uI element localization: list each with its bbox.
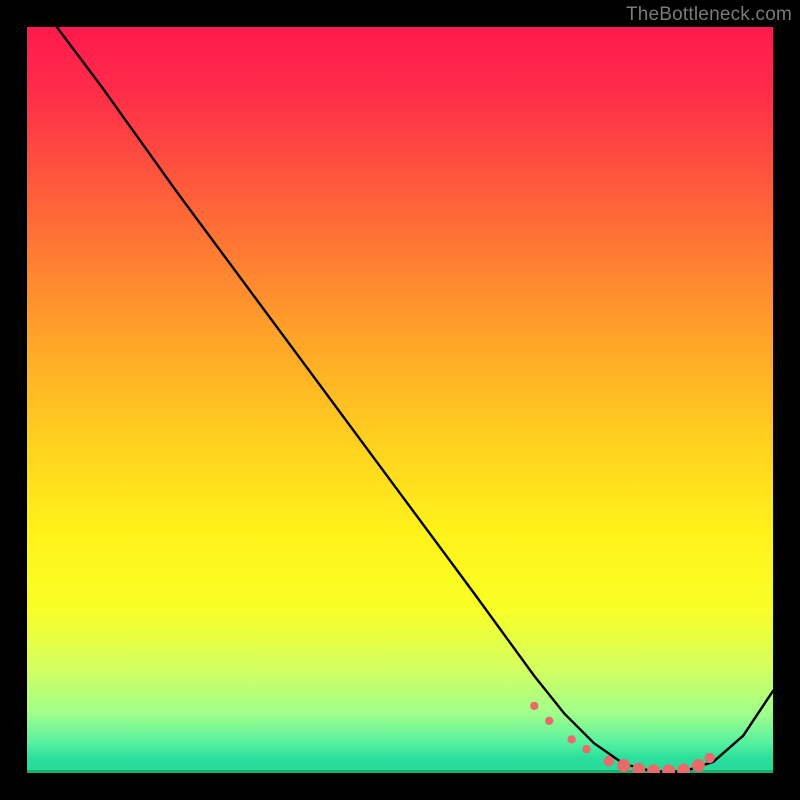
min-dot xyxy=(704,753,714,763)
min-dot xyxy=(604,756,614,766)
min-dot xyxy=(582,745,590,753)
curve-layer xyxy=(27,27,773,773)
min-dot xyxy=(632,763,645,773)
minimum-dots xyxy=(530,702,715,773)
min-dot xyxy=(545,717,553,725)
chart-frame: TheBottleneck.com xyxy=(0,0,800,800)
plot-area xyxy=(27,27,773,773)
min-dot xyxy=(530,702,538,710)
bottleneck-curve xyxy=(57,27,773,772)
min-dot xyxy=(567,735,575,743)
min-dot xyxy=(662,764,675,773)
min-dot xyxy=(692,759,705,772)
min-dot xyxy=(647,764,660,773)
min-dot xyxy=(617,759,630,772)
watermark-text: TheBottleneck.com xyxy=(626,4,792,26)
min-dot xyxy=(677,764,690,774)
